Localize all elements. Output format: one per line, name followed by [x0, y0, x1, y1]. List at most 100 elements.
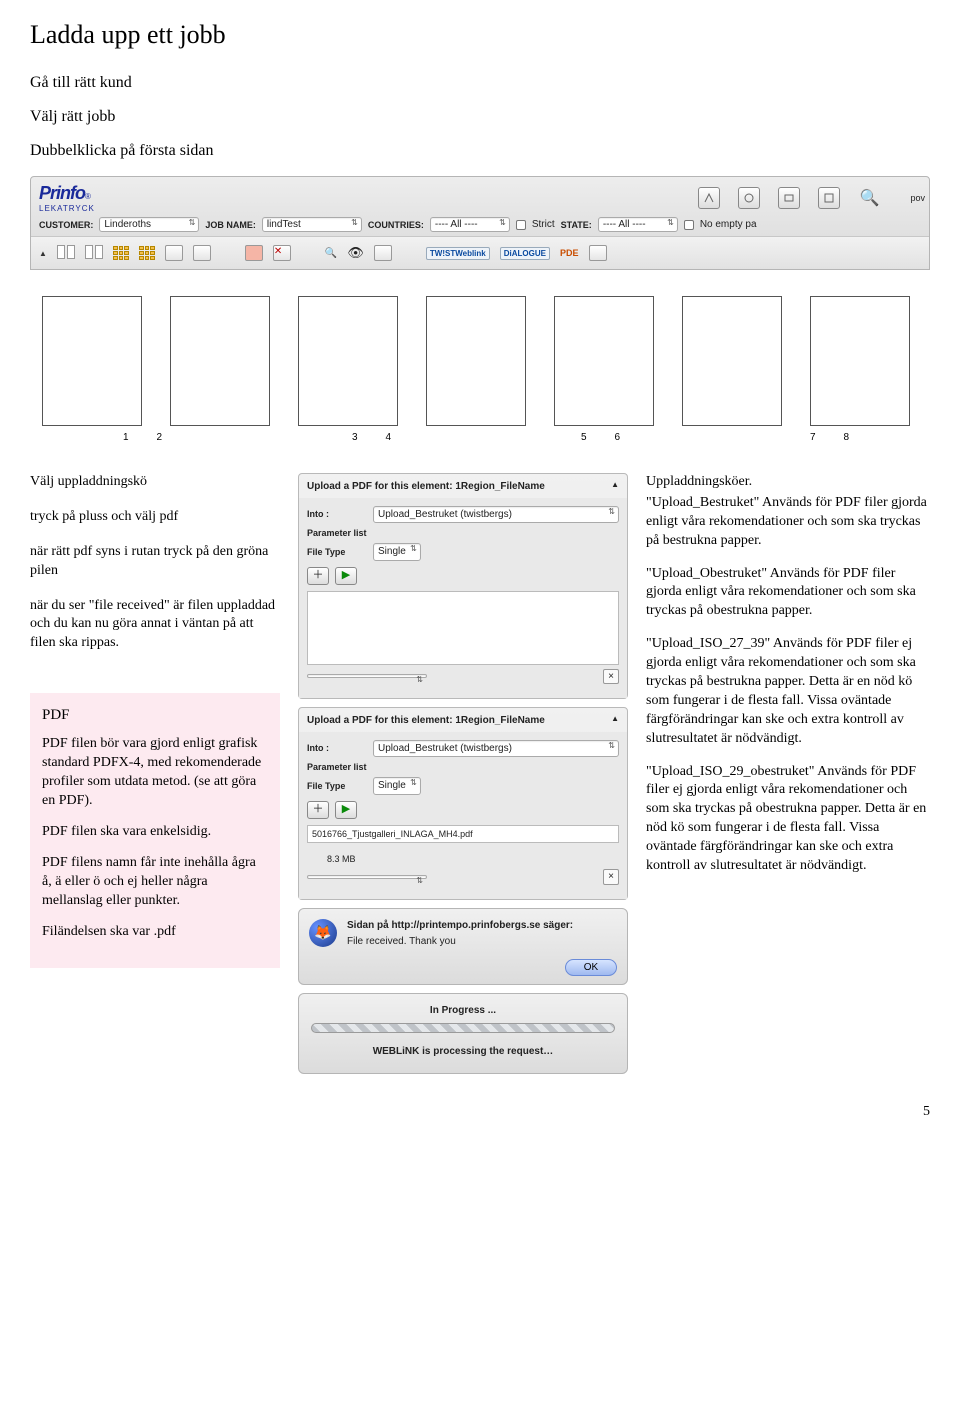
uploaded-file-size: 8.3 MB: [327, 853, 619, 865]
page-box-1[interactable]: [42, 296, 142, 426]
add-button-2[interactable]: ＋: [307, 801, 329, 819]
page-label-2: 2: [157, 432, 244, 443]
tool-icon-1[interactable]: [698, 187, 720, 209]
into-label-2: Into :: [307, 742, 367, 754]
page-thumbnails: [42, 296, 930, 426]
page-pair-icon-2[interactable]: [85, 245, 103, 261]
page-number: 5: [30, 1104, 930, 1120]
left-p3: när rätt pdf syns i rutan tryck på den g…: [30, 543, 280, 581]
page-label-5: 5: [500, 432, 587, 443]
progress-dialog: In Progress ... WEBLiNK is processing th…: [298, 993, 628, 1074]
queues-heading: Uppladdningsköer.: [646, 473, 930, 492]
alert-line-2: File received. Thank you: [347, 935, 617, 949]
page-label-7: 7: [729, 432, 816, 443]
left-p2: tryck på pluss och välj pdf: [30, 508, 280, 527]
pde-label[interactable]: PDE: [560, 248, 579, 258]
pdf-info-box: PDF PDF filen bör vara gjord enligt graf…: [30, 693, 280, 967]
page-pair-icon-1[interactable]: [57, 245, 75, 261]
countries-combo[interactable]: ---- All ----: [430, 217, 510, 232]
go-button-2[interactable]: ▶: [335, 801, 357, 819]
grid-big-icon[interactable]: [139, 246, 155, 260]
dest-combo-1[interactable]: [307, 674, 427, 678]
go-button-1[interactable]: ▶: [335, 567, 357, 585]
filetype-combo-1[interactable]: Single: [373, 543, 421, 561]
arrow-up-1: ▲: [39, 249, 47, 258]
ok-button[interactable]: OK: [565, 959, 617, 976]
pdf-box-p4: Filändelsen ska var .pdf: [42, 923, 268, 942]
tool-icon-2[interactable]: [738, 187, 760, 209]
close-button-2[interactable]: ×: [603, 869, 619, 885]
add-button-1[interactable]: ＋: [307, 567, 329, 585]
brand-sub: LEKATRYCK: [39, 204, 95, 213]
dropzone-empty[interactable]: [307, 591, 619, 665]
filetype-label-2: File Type: [307, 780, 367, 792]
page-label-1: 1: [42, 432, 129, 443]
into-combo-1[interactable]: Upload_Bestruket (twistbergs): [373, 506, 619, 524]
page-labels: 1 2 3 4 5 6 7 8: [42, 432, 930, 443]
upload-panel-file: Upload a PDF for this element: 1Region_F…: [298, 707, 628, 899]
eye-icon[interactable]: 👁: [347, 245, 364, 261]
page-box-5[interactable]: [554, 296, 654, 426]
upload-panel-empty: Upload a PDF for this element: 1Region_F…: [298, 473, 628, 699]
customer-combo[interactable]: Linderoths: [99, 217, 199, 232]
pdf-box-title: PDF: [42, 705, 268, 725]
page-box-7[interactable]: [810, 296, 910, 426]
state-label: STATE:: [561, 220, 592, 230]
queue-desc-3: "Upload_ISO_27_39" Används för PDF filer…: [646, 635, 930, 748]
upload-panel-title-1: Upload a PDF for this element: 1Region_F…: [299, 474, 627, 498]
left-p1: Välj uppladdningskö: [30, 473, 280, 492]
param-list-label-1: Parameter list: [307, 527, 619, 539]
dialogue-button[interactable]: DiALOGUE: [500, 247, 550, 260]
brand-name: Prinfo: [39, 183, 85, 203]
filetype-combo-2[interactable]: Single: [373, 777, 421, 795]
page-box-2[interactable]: [170, 296, 270, 426]
tool-icon-4[interactable]: [818, 187, 840, 209]
mini-icon-b[interactable]: [193, 245, 211, 261]
filetype-label-1: File Type: [307, 546, 367, 558]
mini-icon-x[interactable]: ✕: [273, 245, 291, 261]
pdf-box-p3: PDF filens namn får inte inehålla ågra å…: [42, 854, 268, 911]
grid-small-icon[interactable]: [113, 246, 129, 260]
noempty-checkbox[interactable]: [684, 220, 694, 230]
countries-label: COUNTRIES:: [368, 220, 424, 230]
pow-label: pov: [910, 193, 925, 203]
brand-logo: Prinfo® LEKATRYCK: [39, 183, 95, 213]
jobname-combo[interactable]: lindTest: [262, 217, 362, 232]
state-combo[interactable]: ---- All ----: [598, 217, 678, 232]
jobname-label: JOB NAME:: [205, 220, 256, 230]
close-button-1[interactable]: ×: [603, 669, 619, 685]
firefox-icon: 🦊: [309, 919, 337, 947]
mini-icon-a[interactable]: [165, 245, 183, 261]
page-box-6[interactable]: [682, 296, 782, 426]
progress-title: In Progress ...: [311, 1004, 615, 1018]
page-box-3[interactable]: [298, 296, 398, 426]
doc-icon[interactable]: [374, 245, 392, 261]
search-icon-2[interactable]: 🔍: [325, 248, 337, 259]
noempty-label: No empty pa: [700, 219, 757, 230]
page-title: Ladda upp ett jobb: [30, 20, 930, 50]
page-label-3: 3: [271, 432, 358, 443]
tool-icon-3[interactable]: [778, 187, 800, 209]
mini-icon-end[interactable]: [589, 245, 607, 261]
strict-checkbox[interactable]: [516, 220, 526, 230]
page-label-8: 8: [844, 432, 931, 443]
page-box-4[interactable]: [426, 296, 526, 426]
dest-combo-2[interactable]: [307, 875, 427, 879]
pdf-box-p2: PDF filen ska vara enkelsidig.: [42, 823, 268, 842]
intro-line-1: Gå till rätt kund: [30, 74, 930, 92]
intro-line-3: Dubbelklicka på första sidan: [30, 142, 930, 160]
progress-bar: [311, 1023, 615, 1033]
page-label-6: 6: [615, 432, 702, 443]
browser-alert: 🦊 Sidan på http://printempo.prinfobergs.…: [298, 908, 628, 985]
mini-icon-red[interactable]: [245, 245, 263, 261]
search-icon[interactable]: 🔍: [858, 187, 880, 209]
queue-desc-4: "Upload_ISO_29_obestruket" Används för P…: [646, 763, 930, 876]
into-label-1: Into :: [307, 508, 367, 520]
twist-weblink-button[interactable]: TW!STWeblink: [426, 247, 490, 260]
into-combo-2[interactable]: Upload_Bestruket (twistbergs): [373, 740, 619, 758]
uploaded-file-name: 5016766_Tjustgalleri_INLAGA_MH4.pdf: [307, 825, 619, 843]
progress-subtitle: WEBLiNK is processing the request…: [311, 1045, 615, 1059]
param-list-label-2: Parameter list: [307, 761, 619, 773]
intro-line-2: Välj rätt jobb: [30, 108, 930, 126]
queue-desc-1: "Upload_Bestruket" Används för PDF filer…: [646, 494, 930, 551]
